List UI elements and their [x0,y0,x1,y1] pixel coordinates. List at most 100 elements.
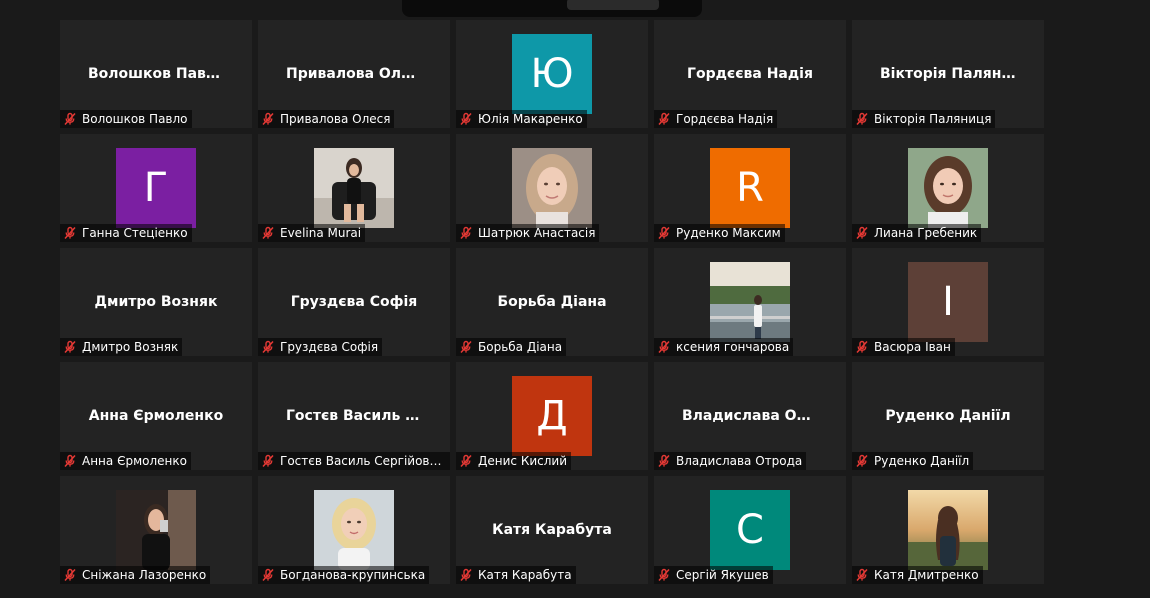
participant-photo [116,490,196,570]
participant-label: Юлія Макаренко [456,110,587,128]
participant-name: Вікторія Паляниця [874,112,992,126]
muted-mic-icon [261,226,275,240]
participant-label: Шатрюк Анастасія [456,224,600,242]
top-control-bar [402,0,702,17]
participant-name: Груздєва Софія [280,340,379,354]
participant-name: Васюра Іван [874,340,951,354]
muted-mic-icon [855,454,869,468]
participant-photo [512,148,592,228]
participant-name: Шатрюк Анастасія [478,226,596,240]
participant-name: Анна Єрмоленко [82,454,187,468]
participant-display-name: Вікторія Палян... [880,66,1018,82]
participant-name: Катя Карабута [478,568,572,582]
participant-tile[interactable]: Груздєва Софія Груздєва Софія [258,248,450,356]
participant-tile[interactable]: Д Денис Кислий [456,362,648,470]
participant-tile[interactable]: Лиана Гребеник [852,134,1044,242]
participant-tile[interactable]: Руденко Даніїл Руденко Даніїл [852,362,1044,470]
participant-tile[interactable]: Анна Єрмоленко Анна Єрмоленко [60,362,252,470]
participant-label: Васюра Іван [852,338,955,356]
avatar-letter: R [710,148,790,228]
participant-name: Ганна Стеціенко [82,226,188,240]
participant-display-name: Волошков Павло [88,66,226,82]
participant-tile[interactable]: С Сергій Якушев [654,476,846,584]
participant-label: Руденко Даніїл [852,452,974,470]
participant-label: Ганна Стеціенко [60,224,192,242]
participant-tile[interactable]: Гордєєва Надія Гордєєва Надія [654,20,846,128]
participant-display-name: Руденко Даніїл [885,408,1011,424]
participant-tile[interactable]: Богданова-крупинська [258,476,450,584]
participant-tile[interactable]: Шатрюк Анастасія [456,134,648,242]
participant-name: Юлія Макаренко [478,112,583,126]
participant-tile[interactable]: І Васюра Іван [852,248,1044,356]
participant-label: ксения гончарова [654,338,794,356]
avatar-letter: Д [512,376,592,456]
participant-tile[interactable]: Катя Дмитренко [852,476,1044,584]
participant-label: Волошков Павло [60,110,192,128]
muted-mic-icon [459,226,473,240]
muted-mic-icon [657,454,671,468]
participant-tile[interactable]: Привалова Оле... Привалова Олеся [258,20,450,128]
muted-mic-icon [855,568,869,582]
participant-label: Гордєєва Надія [654,110,778,128]
participant-name: Руденко Максим [676,226,781,240]
participant-display-name: Гордєєва Надія [687,66,813,82]
participant-tile[interactable]: Дмитро Возняк Дмитро Возняк [60,248,252,356]
muted-mic-icon [63,340,77,354]
participant-display-name: Борьба Діана [497,294,607,310]
muted-mic-icon [63,454,77,468]
participant-display-name: Катя Карабута [492,522,612,538]
participant-tile[interactable]: Катя Карабута Катя Карабута [456,476,648,584]
participant-photo [908,490,988,570]
participant-label: Лиана Гребеник [852,224,982,242]
participant-tile[interactable]: Вікторія Палян... Вікторія Паляниця [852,20,1044,128]
participant-photo [710,262,790,342]
participant-name: Сніжана Лазоренко [82,568,207,582]
participant-tile[interactable]: Ю Юлія Макаренко [456,20,648,128]
muted-mic-icon [459,340,473,354]
participant-tile[interactable]: Борьба Діана Борьба Діана [456,248,648,356]
participant-label: Привалова Олеся [258,110,395,128]
avatar-letter: І [908,262,988,342]
participant-name: Дмитро Возняк [82,340,179,354]
participant-tile[interactable]: Evelina Murai [258,134,450,242]
muted-mic-icon [657,226,671,240]
participant-name: Evelina Murai [280,226,362,240]
muted-mic-icon [855,112,869,126]
participant-tile[interactable]: ксения гончарова [654,248,846,356]
participant-label: Сніжана Лазоренко [60,566,211,584]
participant-name: Руденко Даніїл [874,454,970,468]
participant-name: Сергій Якушев [676,568,769,582]
participant-tile[interactable]: Г Ганна Стеціенко [60,134,252,242]
participant-label: Богданова-крупинська [258,566,430,584]
participant-tile[interactable]: Владислава От... Владислава Отрода [654,362,846,470]
participant-label: Борьба Діана [456,338,567,356]
participant-name: Волошков Павло [82,112,188,126]
participant-display-name: Гостєв Василь С... [286,408,432,424]
muted-mic-icon [261,340,275,354]
muted-mic-icon [63,112,77,126]
participant-tile[interactable]: Сніжана Лазоренко [60,476,252,584]
top-bar-button[interactable] [567,0,659,10]
participant-name: Гостєв Василь Сергійович. [280,454,447,468]
participant-tile[interactable]: R Руденко Максим [654,134,846,242]
participant-name: Богданова-крупинська [280,568,426,582]
muted-mic-icon [459,112,473,126]
participant-label: Анна Єрмоленко [60,452,191,470]
participant-label: Владислава Отрода [654,452,807,470]
participant-display-name: Груздєва Софія [290,294,418,310]
participant-display-name: Анна Єрмоленко [88,408,224,424]
participant-display-name: Дмитро Возняк [94,294,218,310]
participant-label: Evelina Murai [258,224,366,242]
participant-name: Гордєєва Надія [676,112,774,126]
participant-name: Привалова Олеся [280,112,391,126]
muted-mic-icon [63,568,77,582]
muted-mic-icon [459,454,473,468]
participant-display-name: Привалова Оле... [286,66,427,82]
participant-name: Катя Дмитренко [874,568,979,582]
participant-grid: Волошков Павло Волошков Павло Привалова О… [60,20,1044,584]
muted-mic-icon [657,568,671,582]
participant-tile[interactable]: Волошков Павло Волошков Павло [60,20,252,128]
participant-label: Дмитро Возняк [60,338,183,356]
participant-label: Руденко Максим [654,224,785,242]
participant-tile[interactable]: Гостєв Василь С... Гостєв Василь Сергійов… [258,362,450,470]
